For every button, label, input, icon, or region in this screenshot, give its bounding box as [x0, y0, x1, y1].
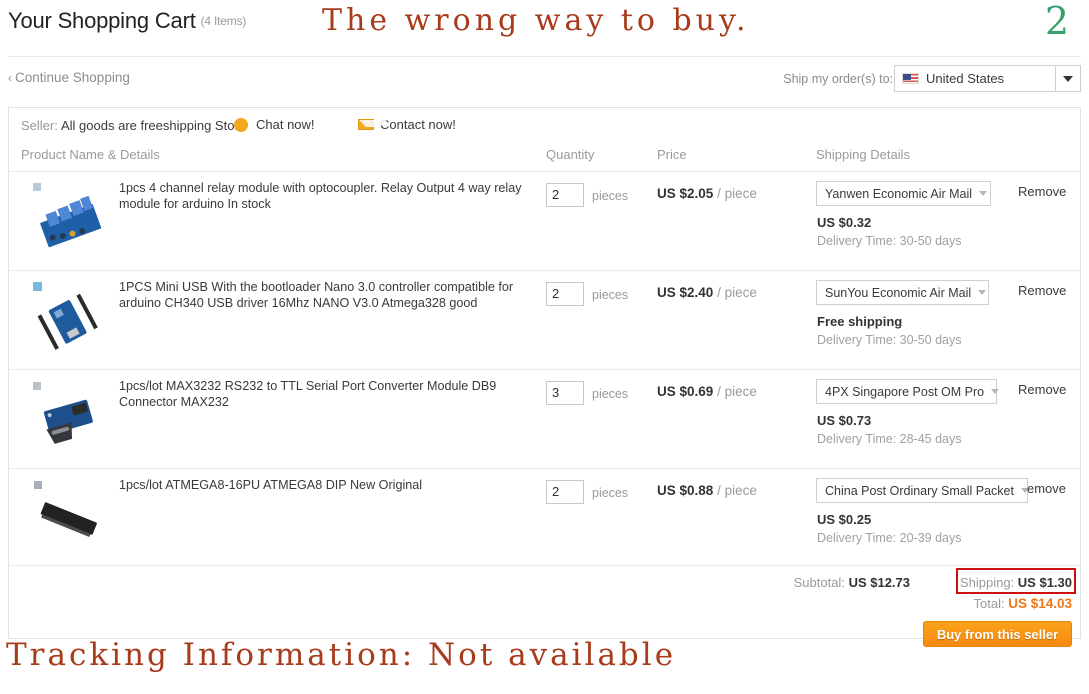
sub-header-bar: ‹ Continue Shopping Ship my order(s) to: …	[0, 57, 1089, 103]
product-name[interactable]: 1pcs/lot MAX3232 RS232 to TTL Serial Por…	[119, 378, 534, 410]
shipping-total: Shipping: US $1.30	[960, 575, 1072, 590]
shipping-method-select[interactable]: Yanwen Economic Air Mail	[816, 181, 991, 206]
subtotal-label: Subtotal:	[793, 575, 845, 590]
product-name[interactable]: 1pcs 4 channel relay module with optocou…	[119, 180, 534, 212]
remove-item-button[interactable]: Remove	[1018, 382, 1066, 397]
column-header-quantity: Quantity	[546, 147, 595, 162]
annotation-caption-bottom: Tracking Information: Not available	[6, 637, 677, 673]
seller-name[interactable]: All goods are freeshipping Store	[61, 118, 246, 133]
unit-price-value: US $0.88	[657, 483, 714, 498]
cart-item-count: (4 Items)	[200, 14, 247, 28]
column-header-shipping: Shipping Details	[816, 147, 910, 162]
chevron-down-icon[interactable]	[1055, 66, 1080, 91]
grand-total-label: Total:	[973, 596, 1005, 611]
remove-item-button[interactable]: emove	[1027, 481, 1066, 496]
table-row: 1PCS Mini USB With the bootloader Nano 3…	[9, 270, 1080, 369]
column-header-product: Product Name & Details	[21, 147, 160, 162]
unit-price-per: / piece	[717, 285, 757, 300]
shipping-method-select[interactable]: SunYou Economic Air Mail	[816, 280, 989, 305]
table-row: 1pcs 4 channel relay module with optocou…	[9, 171, 1080, 270]
continue-shopping-link[interactable]: ‹ Continue Shopping	[8, 70, 130, 85]
chat-now-link[interactable]: Chat now!	[234, 117, 315, 132]
buy-from-this-seller-button[interactable]: Buy from this seller	[923, 621, 1072, 647]
product-name[interactable]: 1pcs/lot ATMEGA8-16PU ATMEGA8 DIP New Or…	[119, 477, 534, 493]
seller-label: Seller:	[21, 118, 58, 133]
product-thumbnail[interactable]	[31, 181, 107, 257]
chat-bubble-icon	[234, 118, 248, 132]
shipping-method-select[interactable]: 4PX Singapore Post OM Pro	[816, 379, 1000, 404]
grand-total: Total: US $14.03	[974, 596, 1073, 611]
remove-item-button[interactable]: Remove	[1018, 283, 1066, 298]
subtotal-value: US $12.73	[848, 575, 910, 590]
remove-item-button[interactable]: Remove	[1018, 184, 1066, 199]
us-flag-icon	[902, 73, 919, 84]
table-row: 1pcs/lot ATMEGA8-16PU ATMEGA8 DIP New Or…	[9, 468, 1080, 566]
quantity-input[interactable]: 3	[546, 381, 584, 405]
shipping-total-value: US $1.30	[1017, 575, 1072, 590]
unit-price-per: / piece	[717, 186, 757, 201]
annotation-caption-top: The wrong way to buy.	[322, 3, 750, 38]
delivery-time: Delivery Time: 30-50 days	[817, 333, 962, 347]
shipping-cost: US $0.32	[817, 215, 872, 230]
shipping-method-select[interactable]: China Post Ordinary Small Packet	[816, 478, 1029, 503]
shipping-method-value: Yanwen Economic Air Mail	[825, 186, 973, 201]
quantity-input[interactable]: 2	[546, 183, 584, 207]
ship-to-label: Ship my order(s) to:	[783, 72, 893, 86]
quantity-input[interactable]: 2	[546, 480, 584, 504]
column-headers: Product Name & Details Quantity Price Sh…	[9, 143, 1080, 171]
envelope-icon	[358, 119, 387, 130]
table-row: 1pcs/lot MAX3232 RS232 to TTL Serial Por…	[9, 369, 1080, 468]
unit-price-per: / piece	[717, 384, 757, 399]
annotation-step-number: 2	[1044, 0, 1069, 43]
column-header-price: Price	[657, 147, 687, 162]
quantity-input[interactable]: 2	[546, 282, 584, 306]
delivery-time: Delivery Time: 20-39 days	[817, 531, 962, 545]
order-totals: Subtotal: US $12.73 Shipping: US $1.30 T…	[9, 563, 1080, 647]
shipping-method-value: China Post Ordinary Small Packet	[825, 483, 1014, 498]
shipping-method-value: 4PX Singapore Post OM Pro	[825, 384, 985, 399]
shipping-cost: Free shipping	[817, 314, 903, 329]
shipping-cost: US $0.73	[817, 413, 872, 428]
quantity-unit: pieces	[592, 486, 629, 500]
country-select-value: United States	[926, 71, 1005, 86]
quantity-unit: pieces	[592, 189, 629, 203]
chevron-down-icon	[979, 191, 988, 196]
continue-shopping-label: Continue Shopping	[15, 70, 130, 85]
page-title: Your Shopping Cart (4 Items)	[8, 8, 246, 34]
unit-price-value: US $2.05	[657, 186, 714, 201]
chat-now-label: Chat now!	[256, 117, 315, 132]
unit-price: US $2.40 / piece	[657, 285, 757, 300]
chevron-down-icon	[991, 389, 1000, 394]
shipping-method-value: SunYou Economic Air Mail	[825, 285, 972, 300]
quantity-unit: pieces	[592, 387, 629, 401]
product-thumbnail[interactable]	[31, 478, 107, 554]
grand-total-value: US $14.03	[1008, 596, 1072, 611]
product-thumbnail[interactable]	[31, 280, 107, 356]
page-header: Your Shopping Cart (4 Items) The wrong wa…	[0, 0, 1089, 57]
chevron-down-icon	[978, 290, 987, 295]
contact-now-label: Contact now!	[380, 117, 456, 132]
chevron-left-icon: ‹	[8, 71, 12, 85]
unit-price: US $2.05 / piece	[657, 186, 757, 201]
delivery-time: Delivery Time: 28-45 days	[817, 432, 962, 446]
unit-price-value: US $0.69	[657, 384, 714, 399]
shipping-total-label: Shipping:	[959, 575, 1015, 590]
country-select[interactable]: United States	[894, 65, 1081, 92]
seller-bar: Seller: All goods are freeshipping Store…	[9, 108, 1080, 143]
cart-panel: Seller: All goods are freeshipping Store…	[8, 107, 1081, 647]
contact-now-link[interactable]: Contact now!	[358, 117, 456, 132]
subtotal: Subtotal: US $12.73	[794, 575, 910, 590]
delivery-time: Delivery Time: 30-50 days	[817, 234, 962, 248]
unit-price-value: US $2.40	[657, 285, 714, 300]
shipping-cost: US $0.25	[817, 512, 872, 527]
unit-price-per: / piece	[717, 483, 757, 498]
unit-price: US $0.69 / piece	[657, 384, 757, 399]
unit-price: US $0.88 / piece	[657, 483, 757, 498]
product-thumbnail[interactable]	[31, 379, 107, 455]
shopping-cart-page: Your Shopping Cart (4 Items) The wrong wa…	[0, 0, 1089, 694]
product-name[interactable]: 1PCS Mini USB With the bootloader Nano 3…	[119, 279, 534, 311]
page-title-text: Your Shopping Cart	[8, 8, 196, 33]
quantity-unit: pieces	[592, 288, 629, 302]
